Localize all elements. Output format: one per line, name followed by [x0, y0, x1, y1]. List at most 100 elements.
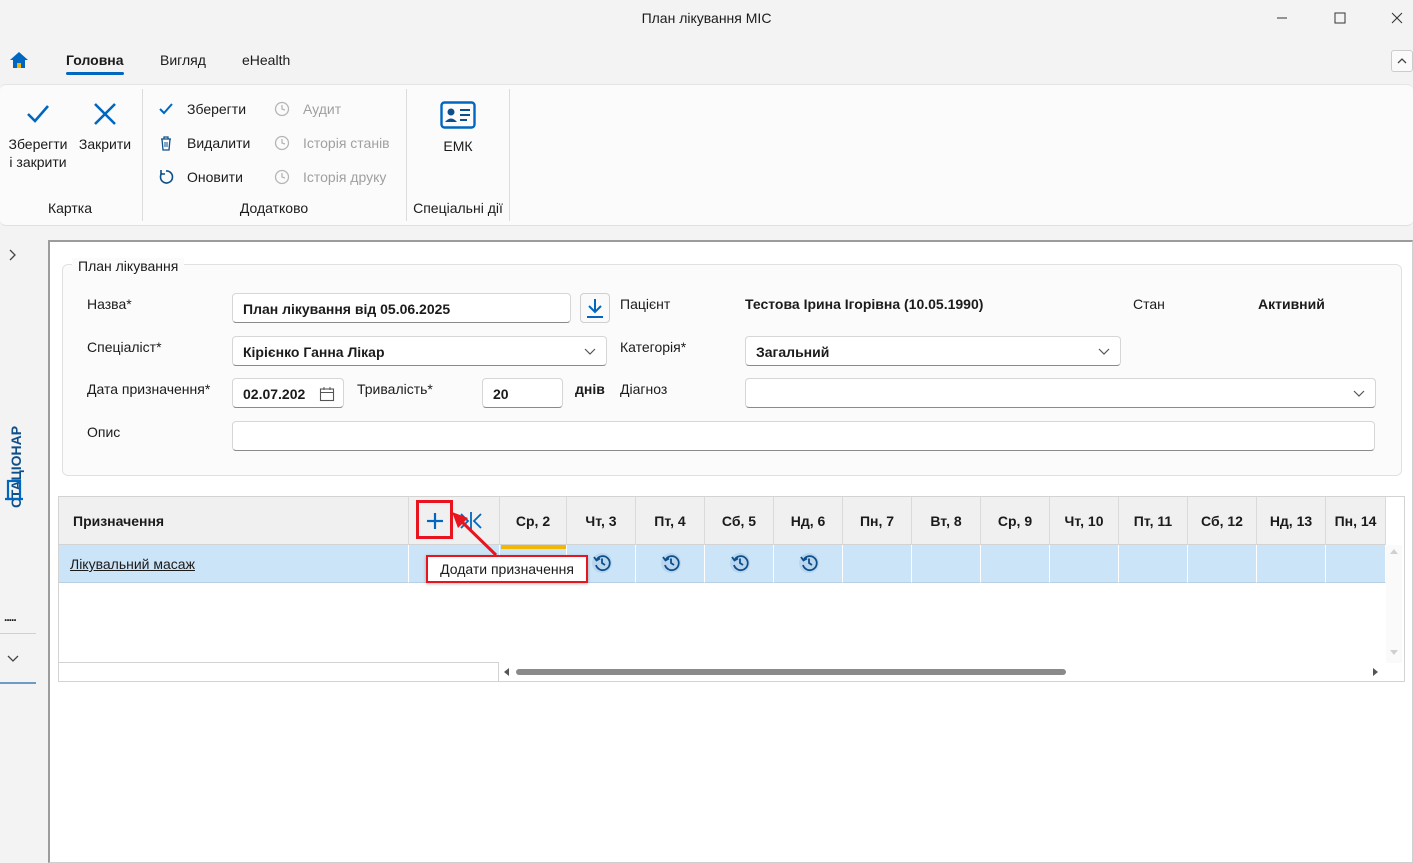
group-label-kartka: Картка	[47, 200, 93, 216]
grid-header-day: Сб, 12	[1188, 497, 1257, 545]
audit-button[interactable]: Аудит	[271, 99, 341, 119]
row-day-cell[interactable]	[705, 545, 774, 583]
collapse-ribbon-button[interactable]	[1391, 50, 1413, 72]
tab-view[interactable]: Вигляд	[160, 52, 206, 68]
refresh-button[interactable]: Оновити	[155, 167, 243, 187]
group-label-special: Спеціальні дії	[413, 200, 503, 216]
grid-header-day: Нд, 6	[774, 497, 843, 545]
grid-header-prescription: Призначення	[59, 497, 409, 545]
checkmark-icon	[27, 105, 49, 123]
close-button[interactable]: Закрити	[76, 101, 134, 153]
emk-button[interactable]: ЕМК	[418, 101, 498, 155]
grid-header-day: Ср, 9	[981, 497, 1050, 545]
grid-header-day: Пт, 11	[1119, 497, 1188, 545]
state-history-label: Історія станів	[303, 135, 390, 151]
table-row[interactable]: Лікувальний масаж	[59, 545, 409, 583]
scroll-left-icon	[504, 668, 509, 676]
chevron-down-icon	[7, 655, 19, 662]
grid-header-day: Пн, 14	[1326, 497, 1386, 545]
duration-input[interactable]: 20	[482, 378, 563, 408]
date-label: Дата призначення*	[87, 381, 211, 397]
history-icon[interactable]	[798, 552, 820, 574]
row-day-cell[interactable]	[1050, 545, 1119, 583]
trash-icon	[161, 136, 171, 151]
category-label: Категорія*	[620, 339, 687, 355]
description-input[interactable]	[232, 421, 1375, 451]
close-icon	[1391, 12, 1403, 24]
calendar-icon	[319, 387, 335, 402]
emk-label: ЕМК	[443, 138, 473, 154]
scroll-right-icon	[1373, 668, 1378, 676]
side-accent-line	[0, 682, 36, 684]
row-day-cell[interactable]	[1257, 545, 1326, 583]
maximize-button[interactable]	[1317, 4, 1363, 32]
date-value: 02.07.202	[243, 386, 306, 402]
diagnosis-select[interactable]	[745, 378, 1376, 408]
history-icon[interactable]	[591, 552, 613, 574]
inpatient-tab[interactable]: СТАЦІОНАР	[2, 378, 32, 548]
print-history-button[interactable]: Історія друку	[271, 167, 386, 187]
grid-header-day: Нд, 13	[1257, 497, 1326, 545]
patient-label: Пацієнт	[620, 296, 671, 312]
scroll-thumb[interactable]	[516, 669, 1066, 675]
maximize-icon	[1334, 12, 1346, 24]
row-day-cell[interactable]	[981, 545, 1050, 583]
ribbon: Зберегти і закрити Закрити Картка Зберег…	[0, 84, 1413, 226]
row-day-cell[interactable]	[912, 545, 981, 583]
date-input[interactable]: 02.07.202	[232, 378, 344, 408]
state-history-button[interactable]: Історія станів	[271, 133, 390, 153]
duration-unit: днів	[575, 381, 605, 397]
minimize-icon	[1277, 17, 1287, 19]
history-icon[interactable]	[729, 552, 751, 574]
row-day-cell[interactable]	[636, 545, 705, 583]
save-close-button[interactable]: Зберегти і закрити	[4, 101, 72, 171]
side-more-button[interactable]	[7, 650, 19, 666]
add-prescription-tooltip: Додати призначення	[426, 555, 588, 583]
description-label: Опис	[87, 424, 121, 440]
grid-header-day: Чт, 10	[1050, 497, 1119, 545]
diagnosis-label: Діагноз	[620, 381, 668, 397]
grid-header-day: Вт, 8	[912, 497, 981, 545]
refresh-icon	[159, 170, 174, 184]
specialist-label: Спеціаліст*	[87, 339, 162, 355]
row-day-cell[interactable]	[843, 545, 912, 583]
tab-home[interactable]: Головна	[66, 52, 124, 75]
audit-label: Аудит	[303, 101, 342, 117]
category-select[interactable]: Загальний	[745, 336, 1121, 366]
row-day-cell[interactable]	[1188, 545, 1257, 583]
minimize-button[interactable]	[1259, 4, 1305, 32]
plan-legend: План лікування	[72, 258, 185, 274]
chevron-up-icon	[1397, 58, 1407, 64]
history-icon[interactable]	[660, 552, 682, 574]
side-panel: СТАЦІОНАР .....	[0, 240, 40, 863]
name-label: Назва*	[87, 296, 132, 312]
home-icon[interactable]	[8, 50, 30, 70]
ribbon-separator	[509, 89, 510, 221]
horizontal-scrollbar[interactable]	[500, 664, 1384, 680]
close-window-button[interactable]	[1374, 4, 1413, 32]
download-button[interactable]	[580, 293, 610, 323]
menu-bar: Головна Вигляд eHealth	[0, 40, 1413, 80]
chevron-down-icon	[1353, 390, 1365, 397]
save-small-button[interactable]: Зберегти	[155, 99, 246, 119]
row-day-cell[interactable]	[774, 545, 843, 583]
building-icon	[5, 479, 23, 501]
name-input[interactable]: План лікування від 05.06.2025	[232, 293, 571, 323]
delete-button[interactable]: Видалити	[155, 133, 250, 153]
row-prescription-name[interactable]: Лікувальний масаж	[70, 556, 195, 572]
save-close-line1: Зберегти	[8, 136, 68, 152]
close-label: Закрити	[78, 136, 132, 152]
row-day-cell[interactable]	[1326, 545, 1386, 583]
category-value: Загальний	[756, 344, 830, 360]
expand-side-button[interactable]	[8, 248, 16, 264]
clock-icon	[274, 135, 290, 151]
title-bar: План лікування МІС	[0, 0, 1413, 36]
clock-icon	[274, 101, 290, 117]
tab-ehealth[interactable]: eHealth	[242, 52, 290, 68]
chevron-down-icon	[1098, 348, 1110, 355]
specialist-select[interactable]: Кірієнко Ганна Лікар	[232, 336, 607, 366]
row-day-cell[interactable]	[1119, 545, 1188, 583]
refresh-label: Оновити	[187, 169, 243, 185]
state-label: Стан	[1133, 296, 1165, 312]
vertical-scrollbar[interactable]	[1386, 545, 1402, 663]
